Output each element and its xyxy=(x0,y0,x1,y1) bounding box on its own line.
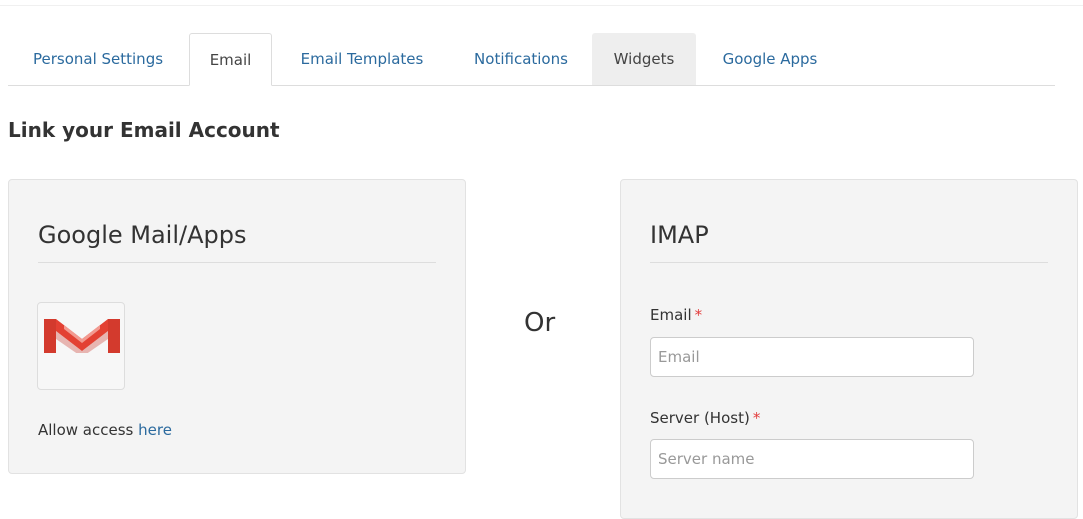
top-divider xyxy=(0,5,1083,6)
gmail-connect-button[interactable] xyxy=(37,302,125,390)
allow-access-label: Allow access xyxy=(38,421,134,439)
email-label-text: Email xyxy=(650,306,692,324)
google-panel-heading: Google Mail/Apps xyxy=(38,221,247,249)
tab-widgets[interactable]: Widgets xyxy=(592,33,696,85)
tab-notifications[interactable]: Notifications xyxy=(452,33,590,85)
gmail-icon xyxy=(44,313,120,357)
settings-tabs: Personal Settings Email Email Templates … xyxy=(8,33,1055,86)
email-field-label: Email * xyxy=(650,306,702,324)
email-input[interactable] xyxy=(650,337,974,377)
tab-email-templates[interactable]: Email Templates xyxy=(274,33,450,85)
server-input[interactable] xyxy=(650,439,974,479)
email-required-mark: * xyxy=(694,306,703,324)
server-required-mark: * xyxy=(752,409,761,427)
server-field-label: Server (Host) * xyxy=(650,409,760,427)
server-label-text: Server (Host) xyxy=(650,409,750,427)
imap-panel-divider xyxy=(650,262,1048,263)
tab-email[interactable]: Email xyxy=(189,33,272,86)
section-title: Link your Email Account xyxy=(8,118,280,142)
tab-personal-settings[interactable]: Personal Settings xyxy=(8,33,188,85)
imap-panel-heading: IMAP xyxy=(650,221,709,249)
allow-access-text: Allow access here xyxy=(38,421,172,439)
google-mail-panel: Google Mail/Apps Allow access here xyxy=(8,179,466,474)
allow-access-link[interactable]: here xyxy=(138,421,172,439)
or-separator: Or xyxy=(524,308,556,338)
imap-panel: IMAP Email* Server (Host)* xyxy=(620,179,1078,519)
google-panel-divider xyxy=(38,262,436,263)
tab-google-apps[interactable]: Google Apps xyxy=(698,33,842,85)
